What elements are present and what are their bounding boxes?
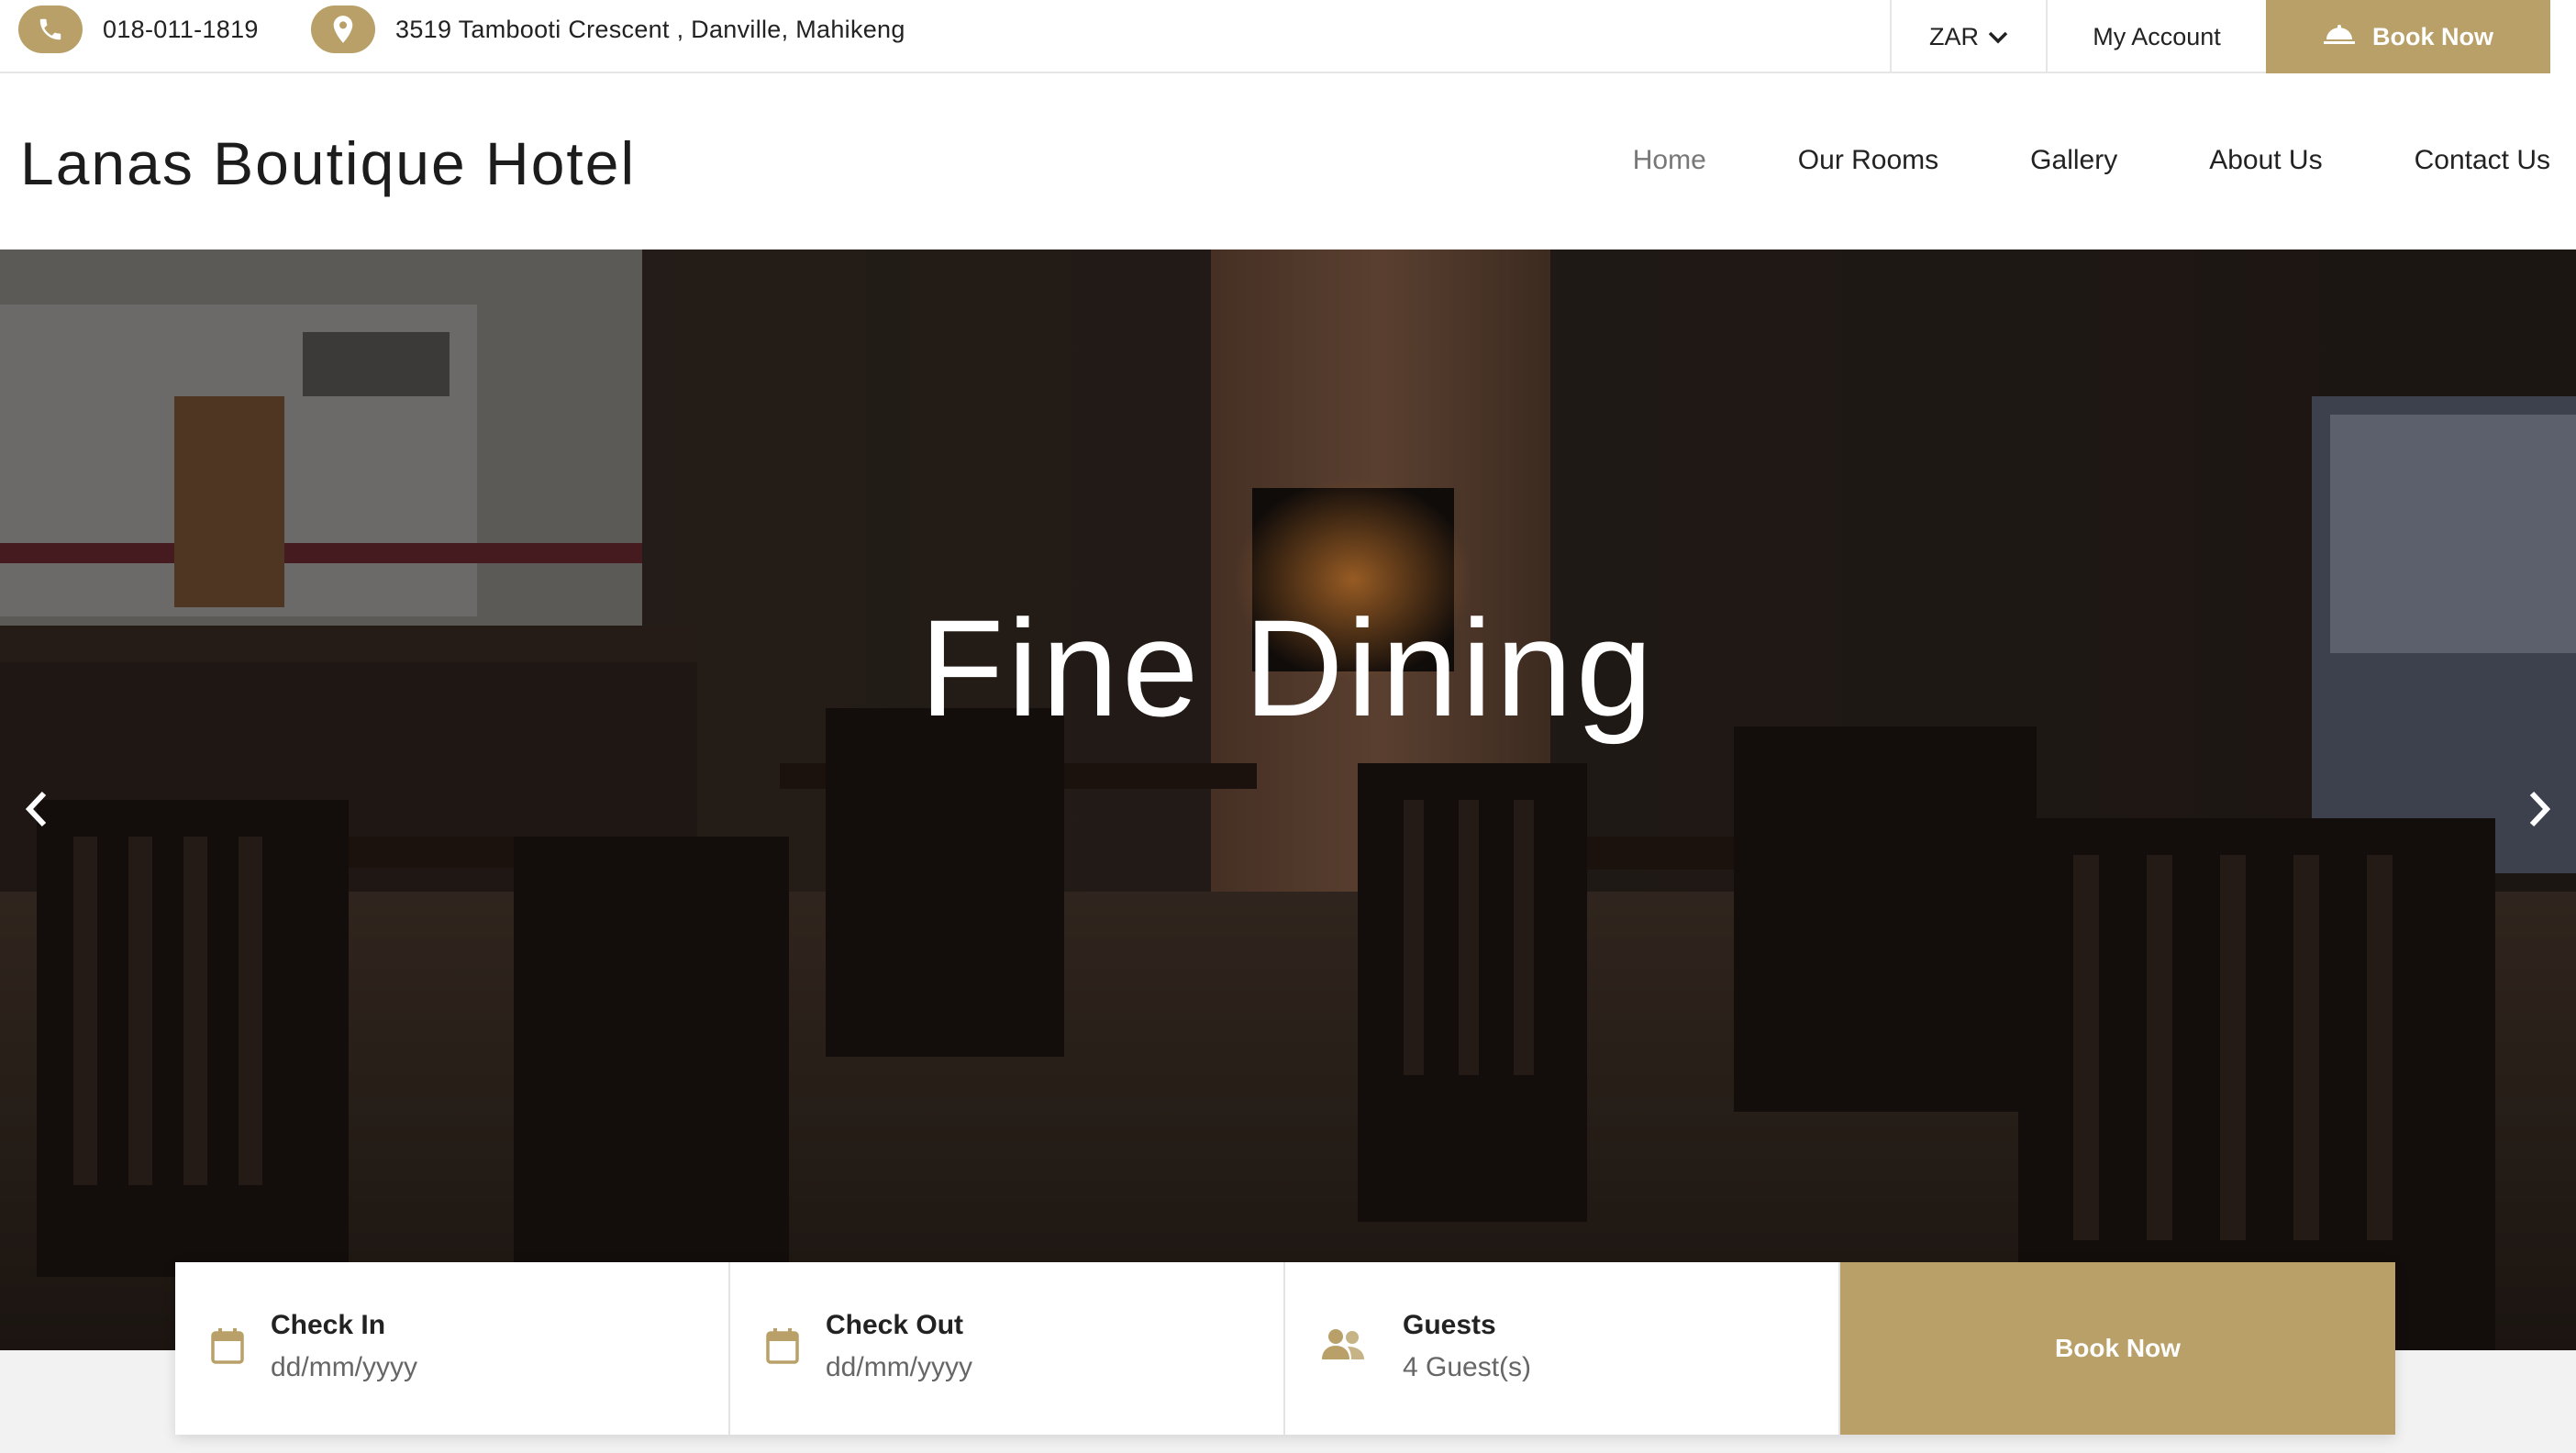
chevron-down-icon [1988,23,2008,51]
book-now-top-button[interactable]: Book Now [2266,0,2550,73]
address-contact[interactable]: 3519 Tambooti Crescent , Danville, Mahik… [311,0,905,59]
phone-contact[interactable]: 018-011-1819 [18,0,259,59]
check-in-input[interactable]: dd/mm/yyyy [271,1352,417,1383]
calendar-icon [765,1326,800,1370]
chevron-right-icon [2526,790,2552,833]
site-logo[interactable]: Lanas Boutique Hotel [20,128,636,198]
guests-field[interactable]: Guests 4 Guest(s) [1285,1262,1840,1435]
nav-gallery[interactable]: Gallery [2030,145,2117,176]
guests-label: Guests [1403,1310,1496,1340]
check-in-label: Check In [271,1310,386,1340]
site-header: Lanas Boutique Hotel Home Our Rooms Gall… [0,73,2576,250]
map-pin-icon [311,6,375,53]
top-bar: 018-011-1819 3519 Tambooti Crescent , Da… [0,0,2576,73]
guests-select[interactable]: 4 Guest(s) [1403,1352,1531,1383]
room-service-icon [2323,22,2356,52]
check-out-label: Check Out [826,1310,964,1340]
hero-title: Fine Dining [919,591,1657,745]
nav-about-us[interactable]: About Us [2209,145,2322,176]
chevron-left-icon [24,790,50,833]
topbar-spacer [2550,0,2576,73]
nav-home[interactable]: Home [1633,145,1706,176]
check-in-field[interactable]: Check In dd/mm/yyyy [175,1262,730,1435]
phone-number: 018-011-1819 [103,15,259,43]
hero-slider: Fine Dining [0,250,2576,1350]
phone-icon [18,6,83,53]
my-account-link[interactable]: My Account [2046,0,2266,73]
book-now-button[interactable]: Book Now [1840,1262,2395,1435]
users-icon [1320,1326,1366,1368]
booking-form: Check In dd/mm/yyyy Check Out dd/mm/yyyy… [175,1262,2395,1435]
book-now-top-label: Book Now [2372,22,2493,50]
nav-our-rooms[interactable]: Our Rooms [1798,145,1938,176]
slider-prev-button[interactable] [9,783,64,838]
calendar-icon [210,1326,245,1370]
top-actions: ZAR My Account Book Now [1890,0,2576,73]
slider-next-button[interactable] [2512,783,2567,838]
main-nav: Home Our Rooms Gallery About Us Contact … [1541,145,2550,176]
check-out-field[interactable]: Check Out dd/mm/yyyy [730,1262,1285,1435]
hero-background-image [0,250,2576,1350]
currency-selector[interactable]: ZAR [1890,0,2046,73]
check-out-input[interactable]: dd/mm/yyyy [826,1352,972,1383]
currency-value: ZAR [1929,22,1979,50]
address-text: 3519 Tambooti Crescent , Danville, Mahik… [395,15,905,43]
nav-contact-us[interactable]: Contact Us [2415,145,2550,176]
